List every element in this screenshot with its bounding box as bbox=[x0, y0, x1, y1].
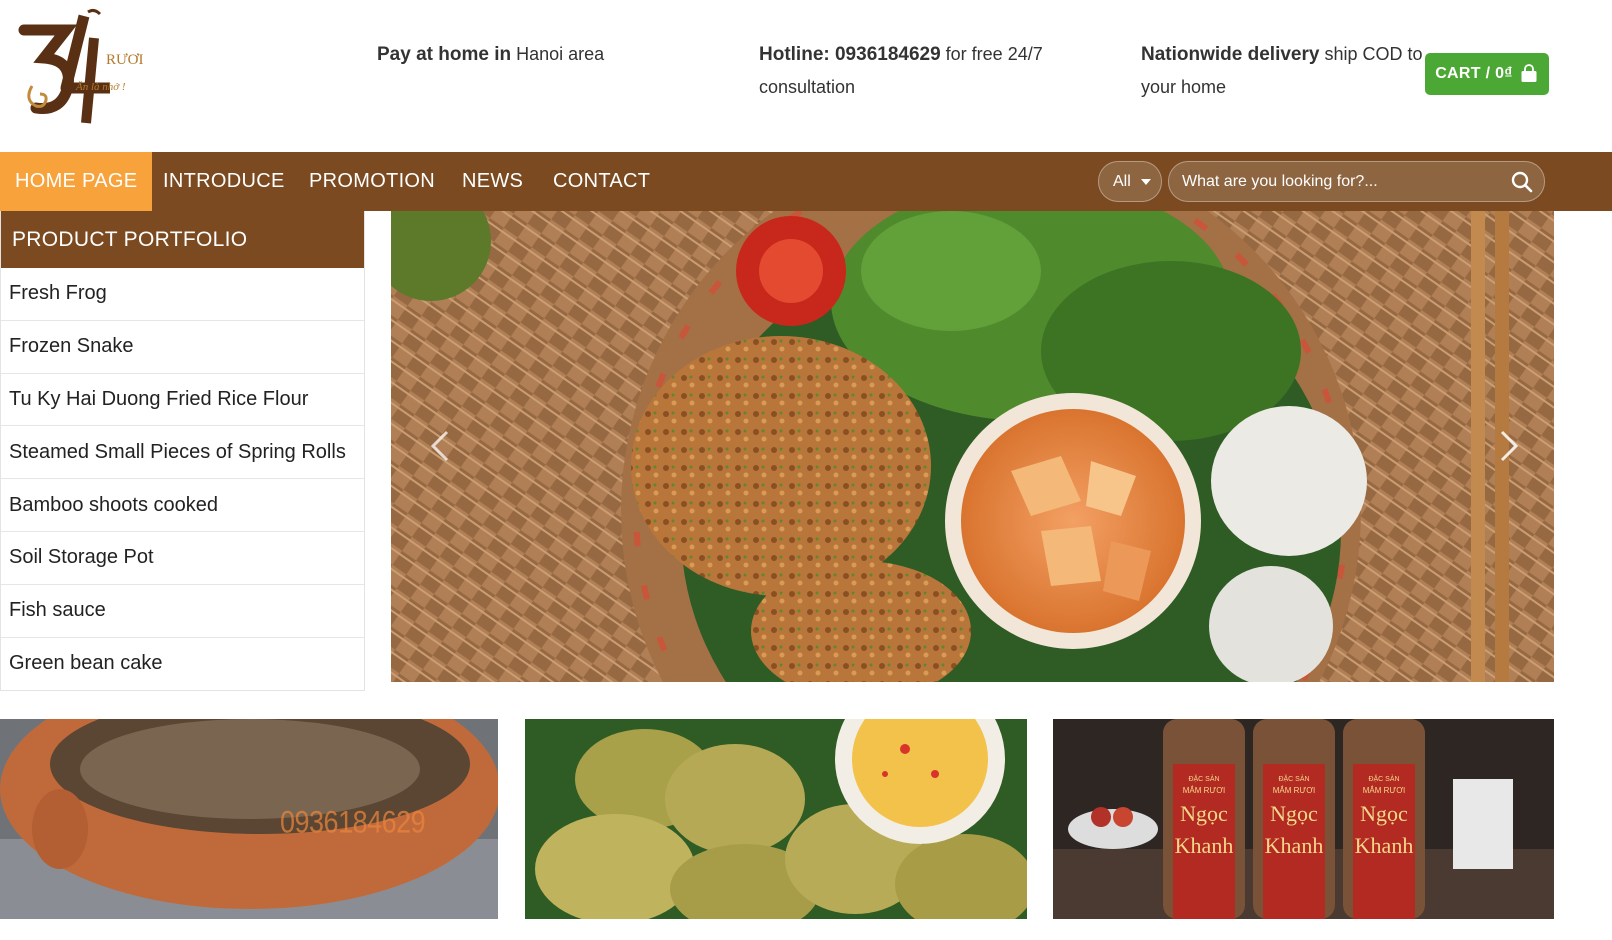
product-portfolio-sidebar: PRODUCT PORTFOLIO Fresh Frog Frozen Snak… bbox=[0, 211, 365, 691]
delivery-bold: Nationwide delivery bbox=[1141, 44, 1320, 65]
site-header: RƯƠI Ăn là nhớ ! Pay at home in Hanoi ar… bbox=[0, 0, 1612, 152]
delivery-info: Nationwide delivery ship COD to your hom… bbox=[1141, 38, 1431, 103]
main-nav: HOME PAGE INTRODUCE PROMOTION NEWS CONTA… bbox=[0, 152, 1612, 211]
nav-contact[interactable]: CONTACT bbox=[553, 152, 650, 211]
chevron-right-icon bbox=[1500, 430, 1519, 462]
nav-introduce[interactable]: INTRODUCE bbox=[163, 152, 285, 211]
bottle-2-middle: MẮM RƯƠI bbox=[1273, 786, 1316, 795]
watermark-phone: 0936184629 bbox=[280, 804, 426, 840]
nav-news[interactable]: NEWS bbox=[462, 152, 523, 211]
promo-banner-clay-pot[interactable]: 0936184629 bbox=[0, 719, 498, 919]
search-category-value: All bbox=[1113, 172, 1131, 190]
slider-next-button[interactable] bbox=[1494, 426, 1524, 466]
sidebar-item-green-bean-cake[interactable]: Green bean cake bbox=[1, 638, 364, 691]
bottle-3-middle: MẮM RƯƠI bbox=[1363, 786, 1406, 795]
pay-at-home-info: Pay at home in Hanoi area bbox=[377, 38, 677, 71]
bottle-1-name1: Ngọc bbox=[1180, 801, 1228, 826]
sidebar-item-spring-rolls[interactable]: Steamed Small Pieces of Spring Rolls bbox=[1, 426, 364, 480]
promo-banner-fish-sauce[interactable]: ĐẶC SẢN MẮM RƯƠI Ngọc Khanh ĐẶC SẢN MẮM … bbox=[1053, 719, 1554, 919]
nav-promotion[interactable]: PROMOTION bbox=[309, 152, 435, 211]
fish-sauce-bottles-image: ĐẶC SẢN MẮM RƯƠI Ngọc Khanh ĐẶC SẢN MẮM … bbox=[1053, 719, 1554, 919]
sidebar-item-fresh-frog[interactable]: Fresh Frog bbox=[1, 268, 364, 321]
sidebar-item-bamboo-shoots[interactable]: Bamboo shoots cooked bbox=[1, 479, 364, 532]
logo-brand: RƯƠI bbox=[106, 52, 143, 68]
search-icon[interactable] bbox=[1510, 170, 1534, 194]
slider-prev-button[interactable] bbox=[425, 426, 455, 466]
search-input[interactable] bbox=[1169, 162, 1499, 201]
nav-home-page[interactable]: HOME PAGE bbox=[0, 152, 153, 211]
bottle-3-name2: Khanh bbox=[1355, 833, 1414, 858]
bottle-2-name2: Khanh bbox=[1265, 833, 1324, 858]
cart-button[interactable]: CART / 0₫ bbox=[1425, 53, 1549, 95]
bottle-3-top: ĐẶC SẢN bbox=[1368, 774, 1399, 783]
pay-at-home-bold: Pay at home in bbox=[377, 44, 512, 65]
shopping-bag-icon bbox=[1521, 64, 1537, 82]
cart-label: CART / 0₫ bbox=[1435, 65, 1513, 82]
logo-slogan: Ăn là nhớ ! bbox=[75, 81, 126, 93]
sidebar-item-soil-storage-pot[interactable]: Soil Storage Pot bbox=[1, 532, 364, 585]
sidebar-item-fish-sauce[interactable]: Fish sauce bbox=[1, 585, 364, 638]
bottle-2-name1: Ngọc bbox=[1270, 801, 1318, 826]
hero-image bbox=[391, 211, 1554, 682]
promo-banner-fritters[interactable] bbox=[525, 719, 1027, 919]
fritters-image bbox=[525, 719, 1027, 919]
sidebar-item-frozen-snake[interactable]: Frozen Snake bbox=[1, 321, 364, 374]
sidebar-item-fried-rice-flour[interactable]: Tu Ky Hai Duong Fried Rice Flour bbox=[1, 374, 364, 427]
chevron-left-icon bbox=[430, 430, 449, 462]
bottle-3-name1: Ngọc bbox=[1360, 801, 1408, 826]
bottle-1-name2: Khanh bbox=[1175, 833, 1234, 858]
hotline-info: Hotline: 0936184629 for free 24/7 consul… bbox=[759, 38, 1049, 103]
chevron-down-icon bbox=[1140, 178, 1151, 185]
pay-at-home-text: Hanoi area bbox=[511, 44, 605, 64]
bottle-1-middle: MẮM RƯƠI bbox=[1183, 786, 1226, 795]
search-box bbox=[1168, 161, 1545, 202]
search-category-select[interactable]: All bbox=[1098, 161, 1162, 202]
sidebar-title: PRODUCT PORTFOLIO bbox=[1, 211, 364, 268]
hero-slider[interactable] bbox=[391, 211, 1554, 682]
hotline-bold: Hotline: 0936184629 bbox=[759, 44, 941, 65]
bottle-2-top: ĐẶC SẢN bbox=[1278, 774, 1309, 783]
category-list: Fresh Frog Frozen Snake Tu Ky Hai Duong … bbox=[1, 268, 364, 690]
site-logo[interactable]: RƯƠI Ăn là nhớ ! bbox=[14, 8, 144, 128]
bottle-1-top: ĐẶC SẢN bbox=[1188, 774, 1219, 783]
